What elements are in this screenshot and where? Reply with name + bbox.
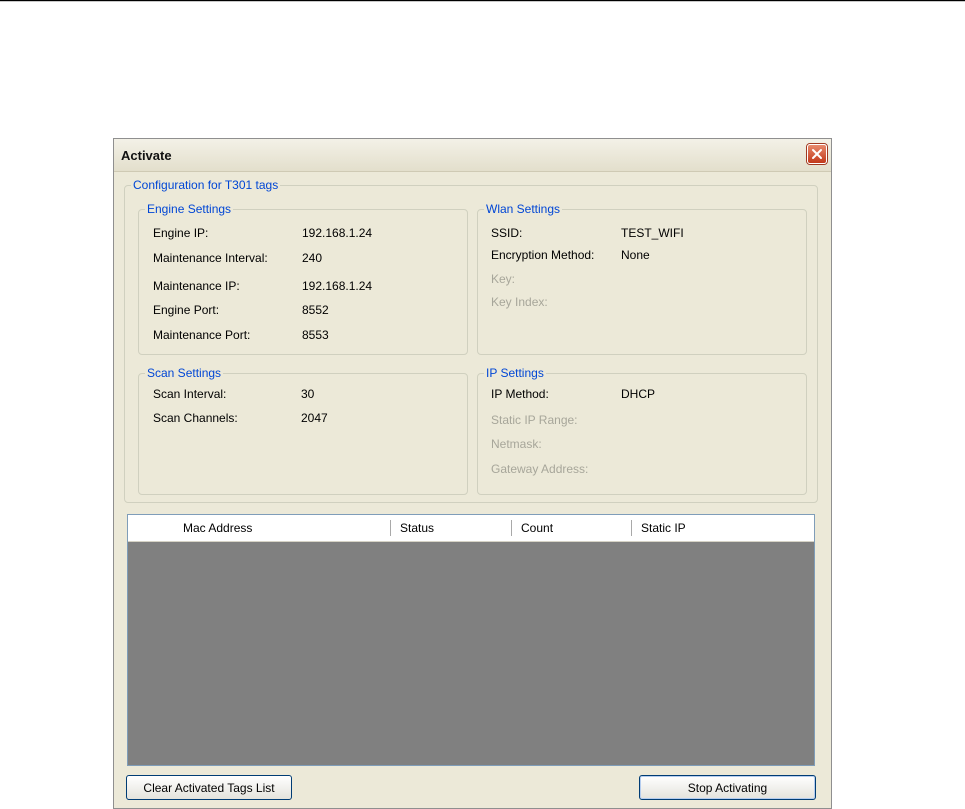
gateway-address-label: Gateway Address:: [491, 462, 589, 476]
column-status[interactable]: Status: [400, 521, 434, 535]
ssid-label: SSID:: [491, 226, 523, 240]
maintenance-ip-label: Maintenance IP:: [153, 279, 240, 293]
scan-interval-label: Scan Interval:: [153, 387, 227, 401]
encryption-method-label: Encryption Method:: [491, 248, 595, 262]
engine-port-value: 8552: [302, 303, 329, 317]
top-rule-shadow: [0, 1, 965, 2]
scan-channels-value: 2047: [301, 411, 328, 425]
ssid-value: TEST_WIFI: [621, 226, 684, 240]
activated-tags-list[interactable]: Mac Address Status Count Static IP: [127, 514, 815, 766]
activate-dialog: Activate Configuration for T301 tags Eng…: [113, 138, 832, 809]
ip-settings-legend: IP Settings: [486, 366, 544, 380]
wlan-settings-legend: Wlan Settings: [486, 202, 561, 216]
stop-activating-button[interactable]: Stop Activating: [639, 775, 816, 800]
dialog-title: Activate: [121, 148, 172, 163]
scan-settings-legend: Scan Settings: [147, 366, 222, 380]
encryption-method-value: None: [621, 248, 650, 262]
ip-method-value: DHCP: [621, 387, 656, 401]
engine-settings-legend: Engine Settings: [147, 202, 232, 216]
engine-port-label: Engine Port:: [153, 303, 220, 317]
engine-ip-value: 192.168.1.24: [302, 226, 373, 240]
maintenance-port-label: Maintenance Port:: [153, 328, 251, 342]
ip-method-label: IP Method:: [491, 387, 549, 401]
column-count[interactable]: Count: [521, 521, 553, 535]
close-icon: [812, 149, 822, 159]
column-mac-address[interactable]: Mac Address: [183, 521, 252, 535]
column-separator[interactable]: [511, 520, 512, 536]
key-index-label: Key Index:: [491, 295, 548, 309]
maintenance-interval-value: 240: [302, 251, 323, 265]
column-static-ip[interactable]: Static IP: [641, 521, 686, 535]
title-bar[interactable]: Activate: [114, 139, 831, 172]
maintenance-port-value: 8553: [302, 328, 329, 342]
engine-ip-label: Engine IP:: [153, 226, 209, 240]
scan-interval-value: 30: [301, 387, 315, 401]
column-separator[interactable]: [390, 520, 391, 536]
tags-list-header: Mac Address Status Count Static IP: [128, 515, 814, 542]
key-label: Key:: [491, 272, 516, 286]
close-button[interactable]: [807, 144, 827, 164]
maintenance-interval-label: Maintenance Interval:: [153, 251, 268, 265]
config-legend: Configuration for T301 tags: [133, 178, 279, 192]
clear-activated-tags-button[interactable]: Clear Activated Tags List: [126, 775, 292, 800]
static-ip-range-label: Static IP Range:: [491, 413, 578, 427]
column-separator[interactable]: [631, 520, 632, 536]
maintenance-ip-value: 192.168.1.24: [302, 279, 373, 293]
scan-channels-label: Scan Channels:: [153, 411, 238, 425]
netmask-label: Netmask:: [491, 437, 542, 451]
